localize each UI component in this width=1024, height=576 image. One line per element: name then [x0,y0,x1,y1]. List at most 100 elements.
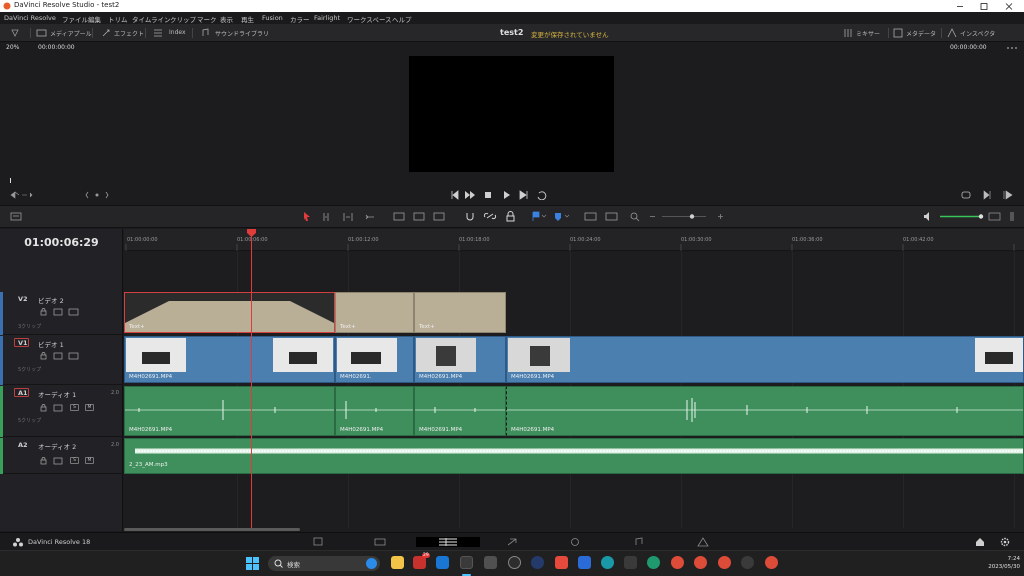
edge-icon[interactable] [647,556,660,569]
window-controls[interactable] [955,3,1015,10]
menu-item[interactable]: Fusion [262,14,283,22]
track-header-v1[interactable]: V1 ビデオ 1 5クリップ [0,336,123,385]
taskbar-app-icon[interactable] [531,556,544,569]
edit-mode-tools[interactable] [392,212,448,222]
effects-button[interactable]: エフェクト [114,29,144,38]
menu-item[interactable]: カラー [290,14,310,24]
menu-item[interactable]: タイムライン [132,14,171,24]
playhead-handle-icon[interactable] [247,229,256,237]
menu-item[interactable]: DaVinci Resolve [4,14,56,22]
track-header-a2[interactable]: A2 オーディオ 2 2.0 S M [0,438,123,474]
media-pool-button[interactable]: メディアプール [50,29,92,38]
video-clip[interactable]: M4H02691. [335,336,414,383]
audio-clip[interactable]: M4H02691.MP4 [506,386,1024,436]
taskbar-app-icon[interactable] [601,556,614,569]
video-clip[interactable]: M4H02691.MP4 [124,336,335,383]
solo-button[interactable]: S [70,457,79,464]
chrome-icon[interactable] [694,556,707,569]
menu-item[interactable]: トリム [108,14,128,24]
track-header-a1[interactable]: A1 オーディオ 1 2.0 S M 5クリップ [0,386,123,437]
inspector-button[interactable]: インスペクタ [960,29,995,38]
snap-link-tools[interactable] [465,211,519,222]
menu-item[interactable]: 再生 [241,14,254,24]
taskbar-app-icon[interactable] [624,556,637,569]
timeline-view-options-icon[interactable] [10,212,22,221]
mute-button[interactable]: M [85,457,94,464]
track-controls[interactable] [40,352,82,360]
track-name[interactable]: ビデオ 2 [38,295,64,305]
menu-item[interactable]: ファイル [62,14,88,24]
menu-item[interactable]: 表示 [220,14,233,24]
taskbar-app-icon[interactable] [484,556,497,569]
viewer-frame[interactable] [409,56,614,172]
deliver-page-icon[interactable] [697,537,709,547]
menu-item[interactable]: 編集 [88,14,101,24]
audio-clip[interactable]: M4H02691.MP4 [124,386,335,436]
track-controls[interactable] [40,404,64,412]
audio-volume-controls[interactable] [922,211,1018,222]
davinci-resolve-taskbar-icon[interactable] [460,556,473,569]
viewer-right-controls[interactable] [960,190,1016,200]
scrollbar-thumb[interactable] [124,528,300,531]
audio-clip[interactable]: 2_23_AM.mp3 [124,438,1024,474]
solo-button[interactable]: S [70,404,79,411]
settings-gear-icon[interactable] [1000,537,1010,547]
mixer-icon[interactable] [843,28,853,38]
timeline-tracks-area[interactable]: Text+ Text+ Text+ M4H02691.MP4 M4H02691.… [124,252,1024,531]
inspector-icon[interactable] [947,28,957,38]
chrome-icon[interactable] [765,556,778,569]
track-controls[interactable] [40,457,64,465]
windows-start-icon[interactable] [246,557,259,570]
playback-controls[interactable] [450,190,554,200]
timeline-current-timecode[interactable]: 01:00:06:29 [0,236,123,249]
home-icon[interactable] [975,537,985,547]
track-name[interactable]: オーディオ 2 [38,441,76,451]
menu-item[interactable]: ヘルプ [392,14,412,24]
file-explorer-icon[interactable] [391,556,404,569]
menu-item[interactable]: クリップ [170,14,196,24]
menu-item[interactable]: ワークスペース [347,14,392,24]
title-clip[interactable]: Text+ [335,292,414,333]
effects-icon[interactable] [101,28,111,38]
mute-button[interactable]: M [85,404,94,411]
chrome-icon[interactable] [671,556,684,569]
taskbar-app-icon[interactable] [555,556,568,569]
menu-item[interactable]: Fairlight [314,14,340,22]
music-note-icon[interactable] [200,28,210,38]
zoom-level[interactable]: 20% [6,44,19,51]
audio-clip[interactable]: M4H02691.MP4 [335,386,414,436]
selection-tool-icon[interactable] [302,211,312,222]
zoom-mode-tools[interactable] [584,211,644,222]
chrome-icon[interactable] [718,556,731,569]
page-tabs[interactable] [312,537,652,547]
track-name[interactable]: オーディオ 1 [38,389,76,399]
track-controls[interactable] [40,308,82,316]
taskbar-search-box[interactable]: 検索 [268,556,380,571]
taskbar-app-icon[interactable] [508,556,521,569]
workspace-icon[interactable] [10,28,20,38]
media-pool-icon[interactable] [36,28,47,38]
taskbar-app-icon[interactable] [741,556,754,569]
trim-tools[interactable] [322,212,386,222]
taskbar-app-icon[interactable] [578,556,591,569]
index-icon[interactable] [153,28,163,38]
track-header-v2[interactable]: V2 ビデオ 2 3クリップ [0,292,123,335]
video-clip[interactable]: M4H02691.MP4 [506,336,1024,383]
mixer-button[interactable]: ミキサー [856,29,880,38]
video-clip[interactable]: M4H02691.MP4 [414,336,506,383]
audio-scrub-icon[interactable] [10,191,34,199]
title-clip[interactable]: Text+ [124,292,335,333]
title-clip[interactable]: Text+ [414,292,506,333]
sound-library-button[interactable]: サウンドライブラリ [215,29,269,38]
index-button[interactable]: Index [169,29,186,36]
metadata-button[interactable]: メタデータ [906,29,936,38]
track-name[interactable]: ビデオ 1 [38,339,64,349]
clip-navigation-icon[interactable] [85,191,109,199]
scrub-handle[interactable] [10,178,11,183]
menu-item[interactable]: マーク [197,14,217,24]
zoom-slider[interactable] [648,212,726,221]
taskbar-app-icon[interactable] [436,556,449,569]
metadata-icon[interactable] [893,28,903,38]
system-clock[interactable]: 7:24 2023/05/30 [974,555,1020,571]
timeline-ruler[interactable]: 01:00:00:00 01:00:06:00 01:00:12:00 01:0… [124,229,1024,251]
